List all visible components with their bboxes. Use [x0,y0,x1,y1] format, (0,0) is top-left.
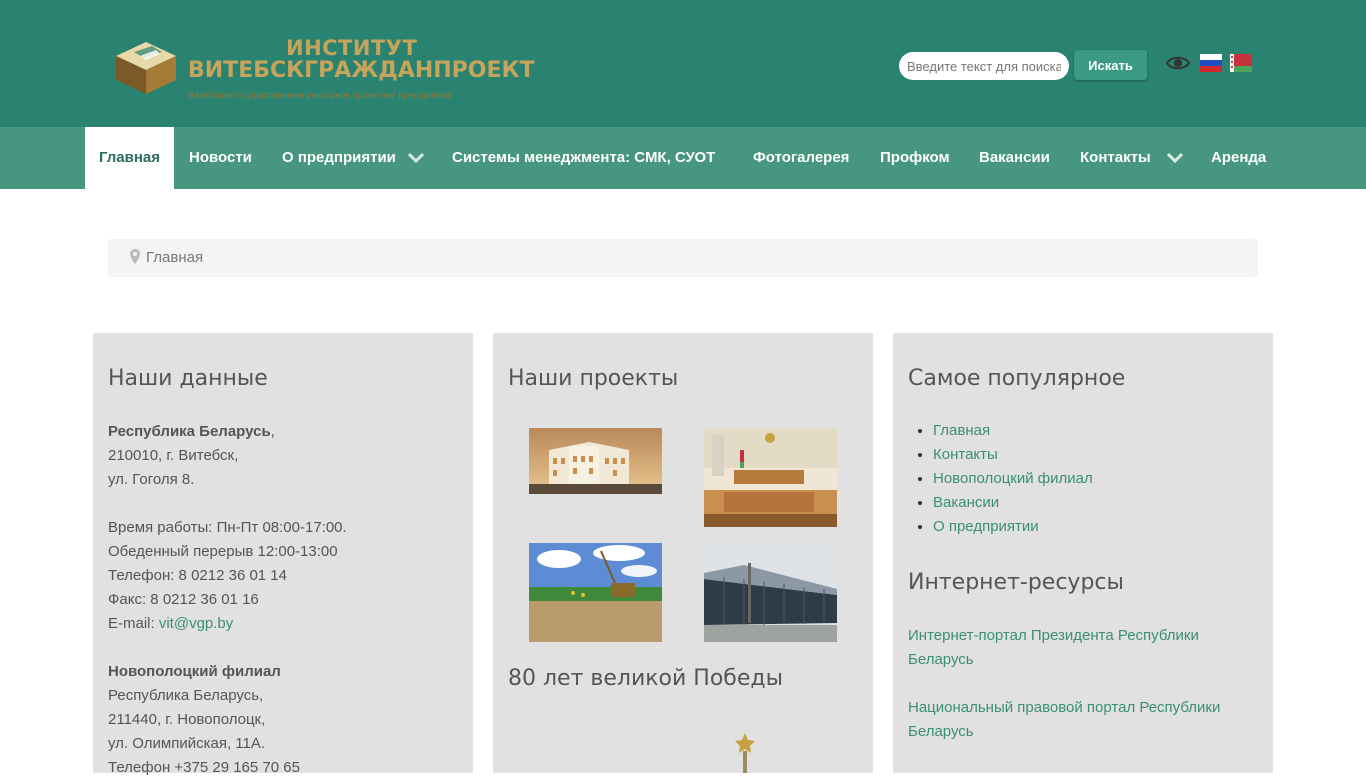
resources-title: Интернет-ресурсы [908,570,1124,595]
search-button[interactable]: Искать [1074,50,1147,80]
victory-star-icon [735,733,755,773]
resource-link-president[interactable]: Интернет-портал Президента Республики Бе… [908,624,1199,672]
logo-title-line2: ВИТЕБСКГРАЖДАНПРОЕКТ [188,58,535,83]
phone: Телефон: 8 0212 36 01 14 [108,567,287,584]
flag-by-icon[interactable] [1230,54,1252,72]
eye-icon[interactable] [1166,54,1190,72]
site-header: ИНСТИТУТ ВИТЕБСКГРАЖДАНПРОЕКТ Витебское … [0,0,1366,127]
branch-address: 211440, г. Новополоцк, [108,711,266,728]
popular-link[interactable]: Главная [933,422,990,439]
popular-link[interactable]: Контакты [933,446,998,463]
main-navigation: Главная Новости О предприятии Системы ме… [0,127,1366,189]
popular-link[interactable]: Вакансии [933,494,999,511]
victory-section-title: 80 лет великой Победы [508,666,783,691]
email-label: E-mail: [108,615,155,632]
popular-list: Главная Контакты Новополоцкий филиал Вак… [917,419,1093,539]
list-item[interactable]: Вакансии [933,491,1093,515]
list-item[interactable]: Главная [933,419,1093,443]
chevron-down-icon[interactable] [1167,153,1183,163]
panel-title: Наши данные [108,366,268,391]
nav-item-rent[interactable]: Аренда [1211,127,1266,189]
resource-link-line[interactable]: Беларусь [908,648,1199,672]
list-item[interactable]: О предприятии [933,515,1093,539]
nav-item-about[interactable]: О предприятии [282,127,396,189]
country-label: Республика Беларусь [108,423,271,440]
resource-link-line[interactable]: Беларусь [908,720,1220,744]
working-hours: Время работы: Пн-Пт 08:00-17:00. [108,519,347,536]
site-logo[interactable]: ИНСТИТУТ ВИТЕБСКГРАЖДАНПРОЕКТ Витебское … [112,36,535,106]
address-block: Республика Беларусь, 210010, г. Витебск,… [108,420,347,780]
branch-phone: Телефон +375 29 165 70 65 [108,759,300,776]
nav-item-management-systems[interactable]: Системы менеджмента: СМК, СУОТ [452,127,715,189]
list-item[interactable]: Контакты [933,443,1093,467]
breadcrumb: Главная [108,239,1258,277]
resource-link-line[interactable]: Интернет-портал Президента Республики [908,624,1199,648]
contacts-panel: Наши данные Республика Беларусь, 210010,… [93,333,473,776]
popular-link[interactable]: Новополоцкий филиал [933,470,1093,487]
project-thumbnail[interactable] [704,428,837,527]
project-thumbnail[interactable] [529,543,662,642]
chevron-down-icon[interactable] [408,153,424,163]
nav-item-union[interactable]: Профком [880,127,950,189]
search-input[interactable] [899,52,1069,80]
nav-item-contacts[interactable]: Контакты [1080,127,1151,189]
address-line: ул. Гоголя 8. [108,471,195,488]
map-pin-icon [130,249,140,264]
nav-item-home[interactable]: Главная [85,127,174,189]
nav-item-news[interactable]: Новости [189,127,252,189]
resource-link-line[interactable]: Национальный правовой портал Республики [908,696,1220,720]
projects-panel: Наши проекты 80 лет великой Победы [493,333,873,773]
logo-subtitle: Витебское государственное унитарное прое… [188,90,453,100]
lunch-break: Обеденный перерыв 12:00-13:00 [108,543,338,560]
branch-title: Новополоцкий филиал [108,663,281,680]
breadcrumb-current: Главная [146,249,204,266]
resource-link-legal[interactable]: Национальный правовой портал Республики … [908,696,1220,744]
fax: Факс: 8 0212 36 01 16 [108,591,259,608]
logo-emblem-icon [116,42,176,94]
popular-panel: Самое популярное Главная Контакты Новопо… [893,333,1273,773]
email-link[interactable]: vit@vgp.by [159,615,233,632]
branch-address: ул. Олимпийская, 11А. [108,735,266,752]
flag-ru-icon[interactable] [1200,54,1222,72]
address-line: 210010, г. Витебск, [108,447,239,464]
branch-country: Республика Беларусь, [108,687,264,704]
project-thumbnail[interactable] [529,428,662,494]
panel-title: Наши проекты [508,366,679,391]
list-item[interactable]: Новополоцкий филиал [933,467,1093,491]
nav-item-gallery[interactable]: Фотогалерея [753,127,849,189]
nav-item-vacancies[interactable]: Вакансии [979,127,1050,189]
logo-title-line1: ИНСТИТУТ [286,36,418,60]
popular-link[interactable]: О предприятии [933,518,1039,535]
panel-title: Самое популярное [908,366,1126,391]
project-thumbnail[interactable] [704,543,837,642]
